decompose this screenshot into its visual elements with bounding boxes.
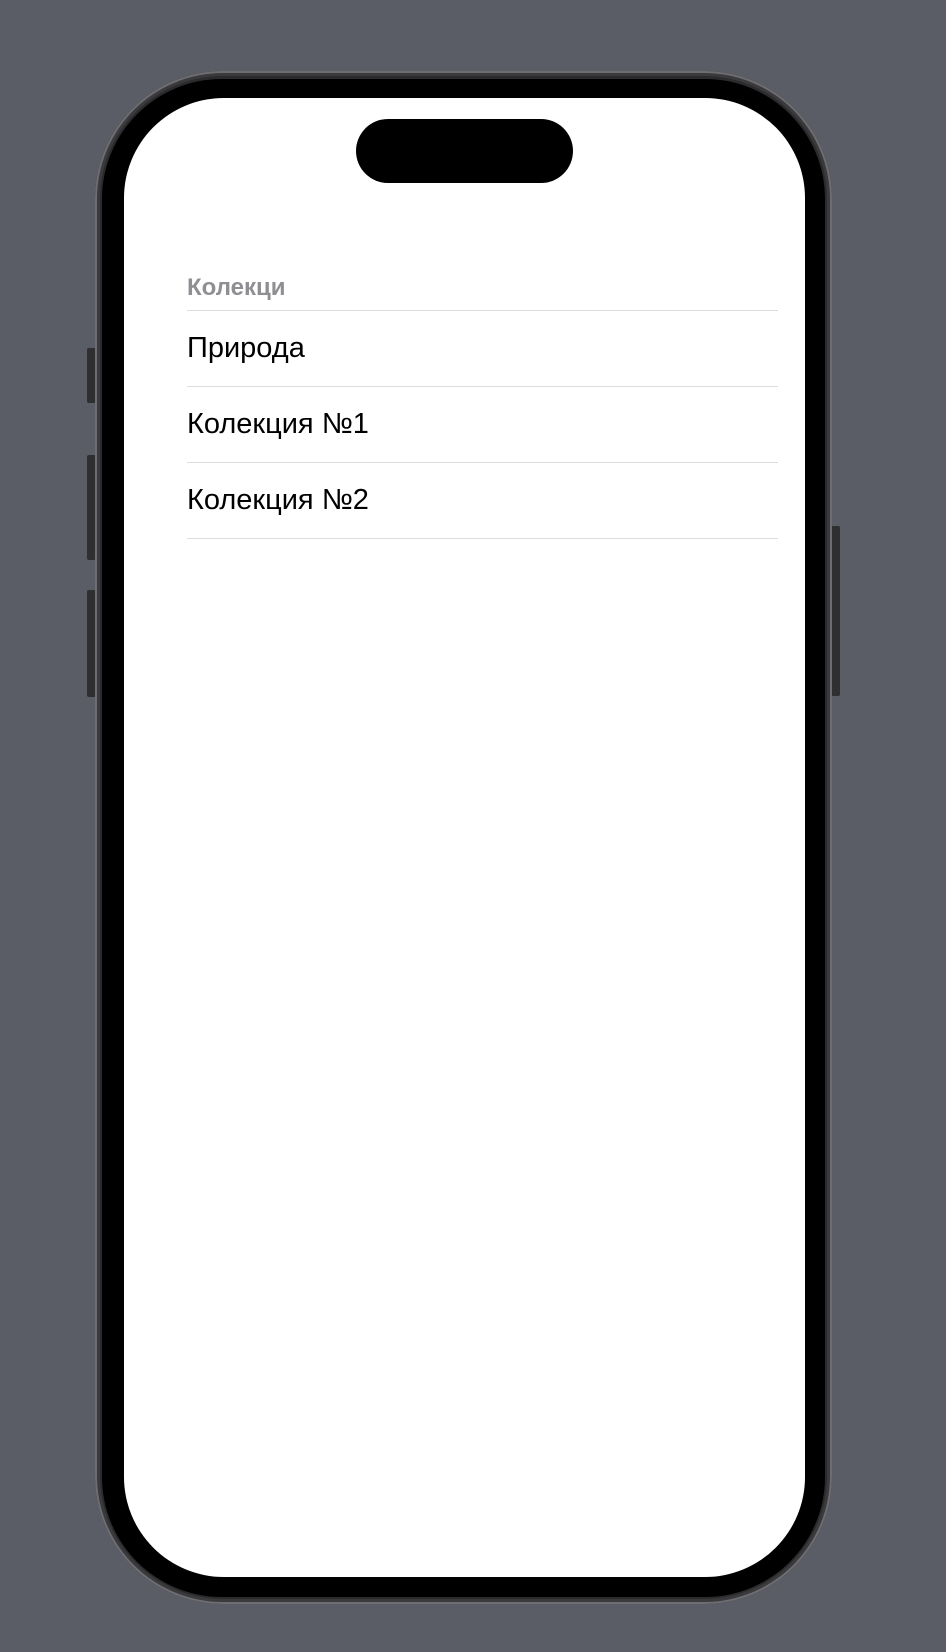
phone-screen: Колекци Природа Колекция №1 Колекция №2 [124, 98, 805, 1577]
power-button [831, 526, 840, 696]
list-item-priroda[interactable]: Природа [187, 311, 778, 387]
collections-list: Колекци Природа Колекция №1 Колекция №2 [187, 266, 778, 539]
section-header: Колекци [187, 266, 778, 311]
list-item-collection-2[interactable]: Колекция №2 [187, 463, 778, 539]
dynamic-island [356, 119, 573, 183]
list-item-collection-1[interactable]: Колекция №1 [187, 387, 778, 463]
